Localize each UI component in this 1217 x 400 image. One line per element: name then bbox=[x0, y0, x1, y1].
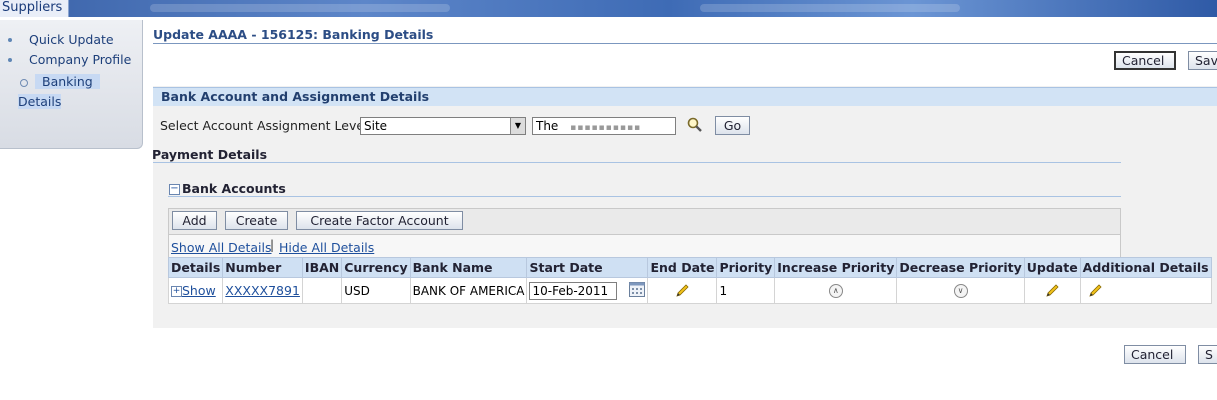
down-arrow-icon[interactable]: ∨ bbox=[953, 283, 968, 298]
payment-details-header: Payment Details bbox=[152, 147, 268, 162]
assignment-header-text: Bank Account and Assignment Details bbox=[161, 89, 430, 104]
pencil-icon[interactable] bbox=[674, 283, 690, 299]
column-header-update: Update bbox=[1023, 257, 1081, 278]
start-date-cell: 10-Feb-2011 bbox=[526, 277, 649, 304]
account-number-link[interactable]: XXXXX7891 bbox=[225, 283, 300, 298]
column-header-bank-name: Bank Name bbox=[409, 257, 528, 278]
cancel-button-bottom[interactable]: Cancel bbox=[1124, 345, 1186, 364]
site-input[interactable]: The ▪▪▪▪▪▪▪▪▪▪ bbox=[532, 117, 676, 135]
create-factor-account-button[interactable]: Create Factor Account bbox=[296, 211, 463, 230]
table-header-row: Details Number IBAN Currency Bank Name S… bbox=[167, 257, 1212, 278]
side-navigation: Quick Update Company Profile Banking Det… bbox=[0, 20, 143, 149]
decrease-priority-cell: ∨ bbox=[896, 277, 1025, 304]
cancel-button-top[interactable]: Cancel bbox=[1114, 51, 1176, 70]
column-header-decrease-priority: Decrease Priority bbox=[896, 257, 1025, 278]
column-header-priority: Priority bbox=[716, 257, 776, 278]
circle-bullet-icon bbox=[20, 79, 28, 87]
column-header-additional-details: Additional Details bbox=[1079, 257, 1212, 278]
pencil-icon[interactable] bbox=[1044, 283, 1060, 299]
go-button[interactable]: Go bbox=[715, 116, 750, 135]
bank-name-cell: BANK OF AMERICA bbox=[409, 277, 528, 304]
start-date-input[interactable]: 10-Feb-2011 bbox=[529, 281, 618, 300]
save-button-bottom[interactable]: S bbox=[1198, 345, 1217, 364]
column-header-increase-priority: Increase Priority bbox=[774, 257, 898, 278]
assignment-level-label: Select Account Assignment Level bbox=[160, 118, 368, 133]
increase-priority-cell: ∧ bbox=[774, 277, 898, 304]
column-header-end-date: End Date bbox=[647, 257, 718, 278]
iban-cell bbox=[301, 277, 343, 304]
priority-cell: 1 bbox=[716, 277, 776, 304]
collapse-icon[interactable]: − bbox=[169, 184, 180, 195]
column-header-currency: Currency bbox=[341, 257, 411, 278]
search-icon[interactable] bbox=[686, 116, 704, 137]
assignment-level-value: Site bbox=[364, 119, 388, 133]
create-factor-label: Create Factor Account bbox=[310, 213, 449, 228]
number-cell: XXXXX7891 bbox=[222, 277, 303, 304]
create-label: Create bbox=[235, 213, 278, 228]
title-divider bbox=[153, 43, 1217, 44]
bullet-icon bbox=[8, 58, 12, 62]
link-separator: | bbox=[270, 238, 275, 252]
save-label: S bbox=[1205, 347, 1213, 362]
assignment-level-select[interactable]: Site ▼ bbox=[360, 117, 526, 135]
sidebar-item-company-profile[interactable]: Company Profile bbox=[29, 52, 131, 67]
expand-icon[interactable]: + bbox=[171, 286, 182, 297]
create-button[interactable]: Create bbox=[225, 211, 288, 230]
cancel-label: Cancel bbox=[1122, 53, 1165, 68]
update-cell bbox=[1023, 277, 1081, 304]
sidebar-item-banking-details[interactable]: Details bbox=[18, 94, 62, 109]
bank-accounts-header: Bank Accounts bbox=[182, 181, 286, 196]
additional-details-cell bbox=[1079, 277, 1212, 304]
add-label: Add bbox=[182, 213, 207, 228]
currency-cell: USD bbox=[341, 277, 411, 304]
calendar-icon[interactable] bbox=[629, 281, 646, 300]
assignment-section-header: Bank Account and Assignment Details bbox=[153, 87, 1217, 106]
tab-suppliers[interactable]: Suppliers bbox=[0, 0, 70, 17]
bank-accounts-divider bbox=[168, 196, 1121, 197]
column-header-iban: IBAN bbox=[301, 257, 343, 278]
page-title: Update AAAA - 156125: Banking Details bbox=[153, 27, 434, 42]
payment-divider bbox=[153, 162, 1121, 163]
hide-all-details-link[interactable]: Hide All Details bbox=[279, 240, 374, 255]
column-header-number: Number bbox=[222, 257, 303, 278]
obscured-text: ▪▪▪▪▪▪▪▪▪▪ bbox=[570, 123, 642, 133]
top-banner: Suppliers bbox=[0, 0, 1217, 17]
table-row: + Show XXXXX7891 USD BANK OF AMERICA 10-F… bbox=[167, 277, 1212, 304]
column-header-start-date: Start Date bbox=[526, 257, 649, 278]
add-button[interactable]: Add bbox=[172, 211, 217, 230]
end-date-cell bbox=[647, 277, 718, 304]
go-label: Go bbox=[723, 118, 742, 133]
bank-accounts-table: Details Number IBAN Currency Bank Name S… bbox=[167, 257, 1212, 304]
banner-decoration bbox=[150, 4, 450, 12]
cancel-label: Cancel bbox=[1131, 347, 1174, 362]
sidebar-item-quick-update[interactable]: Quick Update bbox=[29, 32, 114, 47]
site-input-value: The bbox=[536, 119, 559, 133]
banner-decoration bbox=[700, 4, 960, 12]
select-arrow-icon[interactable]: ▼ bbox=[510, 118, 525, 134]
save-label: Sav bbox=[1195, 53, 1217, 68]
details-cell: + Show bbox=[167, 277, 224, 304]
pencil-icon[interactable] bbox=[1087, 283, 1103, 299]
sidebar-item-banking[interactable]: Banking bbox=[35, 74, 100, 89]
save-button-top[interactable]: Sav bbox=[1188, 51, 1217, 70]
show-details-link[interactable]: Show bbox=[182, 283, 216, 298]
show-all-details-link[interactable]: Show All Details bbox=[171, 240, 272, 255]
up-arrow-icon[interactable]: ∧ bbox=[828, 283, 843, 298]
details-links-bar: Show All Details | Hide All Details bbox=[168, 235, 1121, 257]
bullet-icon bbox=[8, 38, 12, 42]
column-header-details: Details bbox=[167, 257, 224, 278]
